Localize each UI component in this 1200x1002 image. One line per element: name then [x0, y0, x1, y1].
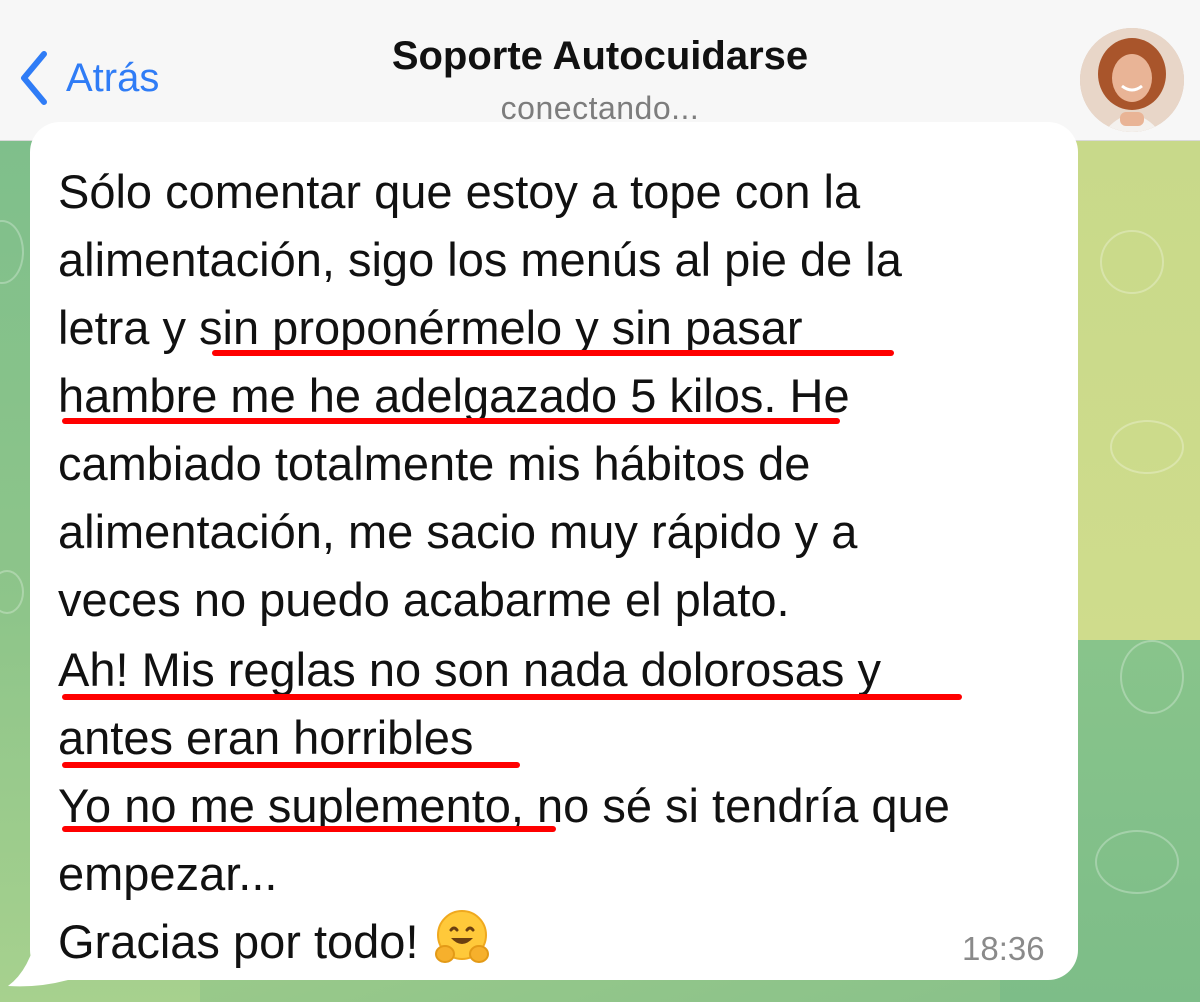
highlight-underline [62, 826, 556, 832]
message-line: Sólo comentar que estoy a tope con la [58, 165, 861, 218]
contact-avatar[interactable] [1080, 28, 1184, 132]
message-line: alimentación, sigo los menús al pie de l… [58, 233, 902, 286]
hugging-face-icon [433, 908, 491, 984]
wallpaper-doodle [1120, 640, 1184, 714]
highlight-underline [212, 350, 894, 356]
highlight-underline [62, 694, 962, 700]
avatar-photo [1080, 28, 1184, 132]
wallpaper-doodle [1095, 830, 1179, 894]
highlight-underline [62, 418, 840, 424]
message-line: alimentación, me sacio muy rápido y a [58, 505, 858, 558]
chat-title[interactable]: Soporte Autocuidarse [0, 34, 1200, 79]
message-line-last: Gracias por todo! [58, 908, 491, 984]
wallpaper-doodle [1100, 230, 1164, 294]
message-timestamp: 18:36 [962, 930, 1045, 967]
wallpaper-doodle [1110, 420, 1184, 474]
chat-header: Atrás Soporte Autocuidarse conectando... [0, 0, 1200, 141]
message-line: Gracias por todo! [58, 915, 419, 968]
highlight-underline [62, 762, 520, 768]
message-line: veces no puedo acabarme el plato. [58, 573, 790, 626]
message-line: cambiado totalmente mis hábitos de [58, 437, 811, 490]
message-line: empezar... [58, 847, 278, 900]
